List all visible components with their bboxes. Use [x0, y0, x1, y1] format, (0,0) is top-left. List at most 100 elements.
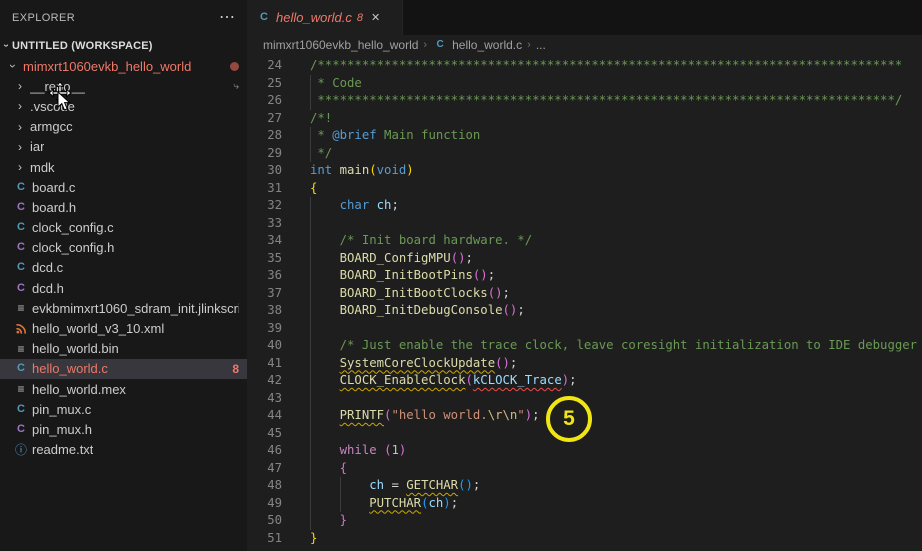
- code-line-26[interactable]: 26 *************************************…: [247, 92, 922, 110]
- chevron-right-icon[interactable]: ›: [13, 141, 27, 153]
- line-number[interactable]: 39: [247, 320, 282, 338]
- code-line-37[interactable]: 37 BOARD_InitBootClocks();: [247, 284, 922, 303]
- token: ;: [391, 198, 399, 212]
- c-source-file-icon: C: [17, 362, 25, 375]
- tree-item-hello_world_v3_10.xml[interactable]: hello_world_v3_10.xml: [0, 318, 247, 338]
- line-number[interactable]: 29: [247, 145, 282, 163]
- code-line-25[interactable]: 25 * Code: [247, 74, 922, 93]
- chevron-right-icon: ›: [423, 39, 428, 51]
- close-icon[interactable]: ✕: [371, 11, 380, 24]
- tree-item-pin_mux.c[interactable]: Cpin_mux.c: [0, 399, 247, 419]
- line-number[interactable]: 25: [247, 75, 282, 93]
- code-line-34[interactable]: 34 /* Init board hardware. */: [247, 232, 922, 250]
- code-editor[interactable]: 24 /*************************************…: [247, 55, 922, 547]
- line-number[interactable]: 37: [247, 285, 282, 303]
- tree-item-iar[interactable]: › iar: [0, 137, 247, 157]
- line-number[interactable]: 40: [247, 337, 282, 355]
- code-line-36[interactable]: 36 BOARD_InitBootPins();: [247, 267, 922, 285]
- tree-item-board.h[interactable]: Cboard.h: [0, 197, 247, 217]
- line-number[interactable]: 46: [247, 442, 282, 460]
- code-line-31[interactable]: 31 {: [247, 180, 922, 198]
- breadcrumb: mimxrt1060evkb_hello_world › C hello_wor…: [247, 35, 922, 55]
- line-number[interactable]: 50: [247, 512, 282, 530]
- code-line-33[interactable]: 33: [247, 214, 922, 233]
- chevron-right-icon[interactable]: ›: [13, 80, 27, 92]
- chevron-down-icon[interactable]: ›: [6, 59, 20, 73]
- breadcrumb-file[interactable]: hello_world.c: [452, 38, 522, 52]
- code-line-51[interactable]: 51}: [247, 530, 922, 548]
- tab-hello-world-c[interactable]: C hello_world.c 8 ✕: [247, 0, 403, 35]
- code-line-30[interactable]: 30 int main(void): [247, 162, 922, 180]
- line-number[interactable]: 33: [247, 215, 282, 233]
- tree-item-armgcc[interactable]: › armgcc: [0, 117, 247, 137]
- line-number[interactable]: 47: [247, 460, 282, 478]
- tree-item-pin_mux.h[interactable]: Cpin_mux.h: [0, 419, 247, 439]
- tree-item-dcd.h[interactable]: Cdcd.h: [0, 278, 247, 298]
- tree-item-clock_config.h[interactable]: Cclock_config.h: [0, 238, 247, 258]
- tree-item-readme.txt[interactable]: ⓘ readme.txt: [0, 440, 247, 460]
- breadcrumb-project[interactable]: mimxrt1060evkb_hello_world: [263, 38, 418, 52]
- code-line-35[interactable]: 35 BOARD_ConfigMPU();: [247, 249, 922, 268]
- token: PUTCHAR: [369, 495, 422, 510]
- token: ;: [502, 285, 510, 300]
- code-line-49[interactable]: 49 PUTCHAR(ch);: [247, 494, 922, 513]
- chevron-right-icon[interactable]: ›: [13, 161, 27, 173]
- tree-item-hello_world.mex[interactable]: ≡ hello_world.mex: [0, 379, 247, 399]
- line-number[interactable]: 32: [247, 197, 282, 215]
- line-number[interactable]: 43: [247, 390, 282, 408]
- code-line-39[interactable]: 39: [247, 319, 922, 338]
- line-number[interactable]: 45: [247, 425, 282, 443]
- line-number[interactable]: 44: [247, 407, 282, 425]
- tree-item-label: .vscode: [30, 98, 75, 114]
- tree-item-.vscode[interactable]: › .vscode: [0, 96, 247, 116]
- workspace-section-header[interactable]: › UNTITLED (WORKSPACE): [0, 35, 247, 56]
- code-line-50[interactable]: 50 }: [247, 512, 922, 530]
- tree-item-hello_world.bin[interactable]: ≡ hello_world.bin: [0, 339, 247, 359]
- token: ): [443, 495, 451, 510]
- tab-bar: C hello_world.c 8 ✕: [247, 0, 922, 35]
- line-number[interactable]: 36: [247, 267, 282, 285]
- line-number[interactable]: 42: [247, 372, 282, 390]
- line-number[interactable]: 31: [247, 180, 282, 198]
- tree-item-board.c[interactable]: Cboard.c: [0, 177, 247, 197]
- tree-item-mimxrt1060evkb_hello_world[interactable]: › mimxrt1060evkb_hello_world: [0, 56, 247, 76]
- code-line-47[interactable]: 47 {: [247, 459, 922, 478]
- code-line-27[interactable]: 27 /*!: [247, 110, 922, 128]
- tree-item-hello_world.c[interactable]: Chello_world.c 8: [0, 358, 247, 379]
- line-number[interactable]: 35: [247, 250, 282, 268]
- code-line-28[interactable]: 28 * @brief Main function: [247, 127, 922, 145]
- tree-item-__repo__[interactable]: › __repo__ ⤷: [0, 76, 247, 96]
- modified-dot-badge: [230, 61, 239, 71]
- line-number[interactable]: 28: [247, 127, 282, 145]
- tree-item-dcd.c[interactable]: Cdcd.c: [0, 258, 247, 278]
- code-line-46[interactable]: 46 while (1): [247, 442, 922, 460]
- code-line-24[interactable]: 24 /*************************************…: [247, 57, 922, 75]
- tree-item-evkbmimxrt1060_sdram_init.jlinkscript[interactable]: ≡ evkbmimxrt1060_sdram_init.jlinkscript: [0, 298, 247, 318]
- chevron-right-icon[interactable]: ›: [13, 100, 27, 112]
- token: }: [310, 530, 318, 545]
- line-number[interactable]: 27: [247, 110, 282, 128]
- line-number[interactable]: 38: [247, 302, 282, 320]
- line-number[interactable]: 26: [247, 92, 282, 110]
- code-line-42[interactable]: 42 CLOCK_EnableClock(kCLOCK_Trace);: [247, 372, 922, 390]
- code-line-48[interactable]: 48 ch = GETCHAR();: [247, 477, 922, 495]
- line-number[interactable]: 51: [247, 530, 282, 548]
- breadcrumb-more[interactable]: ...: [536, 38, 546, 52]
- line-number[interactable]: 24: [247, 57, 282, 75]
- more-actions-icon[interactable]: ⋯: [219, 9, 235, 25]
- line-number[interactable]: 30: [247, 162, 282, 180]
- chevron-right-icon[interactable]: ›: [13, 121, 27, 133]
- code-line-32[interactable]: 32 char ch;: [247, 197, 922, 215]
- tree-item-mdk[interactable]: › mdk: [0, 157, 247, 177]
- token: {: [310, 180, 318, 195]
- line-number[interactable]: 49: [247, 495, 282, 513]
- tree-item-clock_config.c[interactable]: Cclock_config.c: [0, 218, 247, 238]
- line-number[interactable]: 34: [247, 232, 282, 250]
- code-line-38[interactable]: 38 BOARD_InitDebugConsole();: [247, 302, 922, 320]
- line-number[interactable]: 41: [247, 355, 282, 373]
- code-line-29[interactable]: 29 */: [247, 144, 922, 163]
- code-line-41[interactable]: 41 SystemCoreClockUpdate();: [247, 354, 922, 373]
- code-line-40[interactable]: 40 /* Just enable the trace clock, leave…: [247, 337, 922, 355]
- line-number[interactable]: 48: [247, 477, 282, 495]
